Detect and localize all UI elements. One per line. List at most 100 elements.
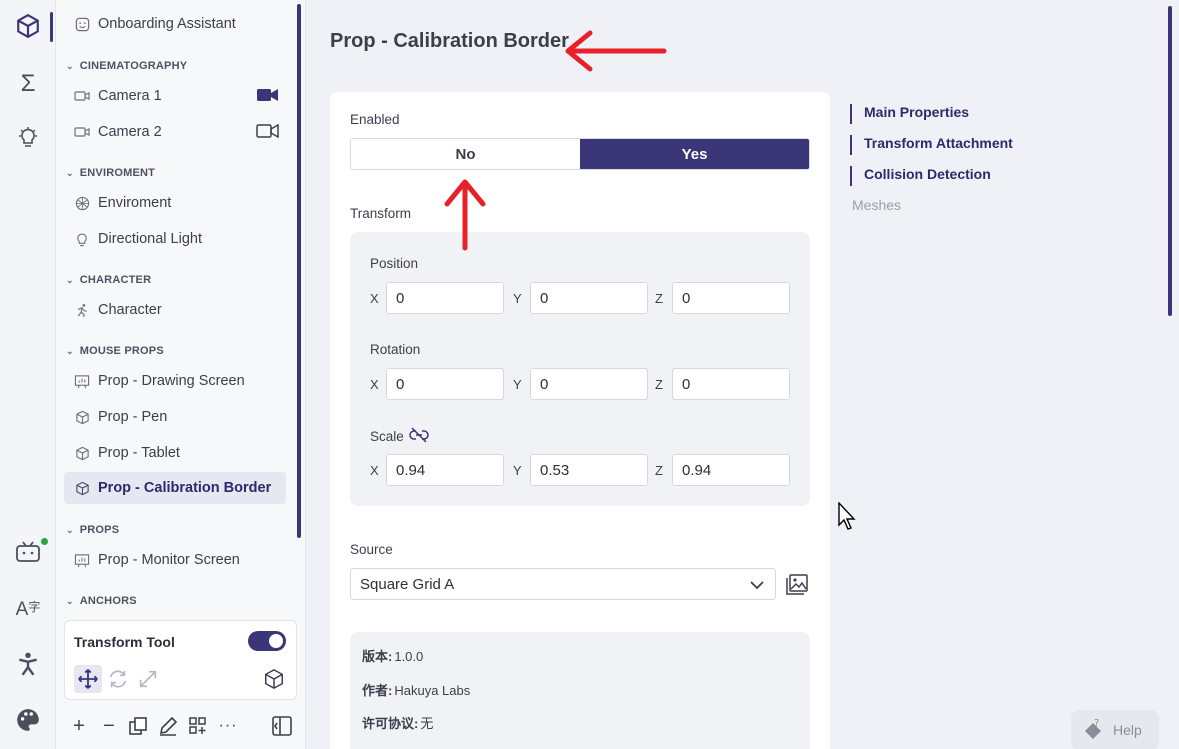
source-select[interactable]: Square Grid A [350, 568, 776, 600]
translate-icon[interactable]: A字 [14, 596, 42, 624]
chevron-down-icon: ⌄ [66, 60, 74, 71]
smile-icon [74, 16, 90, 32]
sidebar-item-camera-1[interactable]: Camera 1 [64, 80, 286, 112]
enabled-segmented-control: No Yes [350, 138, 810, 170]
sigma-icon[interactable]: Σ [14, 70, 42, 98]
globe-icon [74, 195, 90, 211]
inactive-camera-icon[interactable] [256, 123, 280, 143]
scale-z-input[interactable]: 0.94 [672, 454, 790, 486]
move-icon[interactable] [74, 665, 102, 693]
palette-icon[interactable] [14, 706, 42, 734]
scale-y-input[interactable]: 0.53 [530, 454, 648, 486]
sidebar-item-label: Camera 1 [98, 88, 162, 104]
main-scrollbar[interactable] [1168, 6, 1172, 316]
group-cinematography[interactable]: ⌄ CINEMATOGRAPHY [66, 60, 187, 72]
more-icon[interactable]: ··· [216, 714, 240, 738]
position-y-input[interactable]: 0 [530, 282, 648, 314]
chevron-down-icon: ⌄ [66, 595, 74, 606]
sidebar-item-camera-2[interactable]: Camera 2 [64, 116, 286, 148]
edit-icon[interactable] [156, 714, 180, 738]
bilibili-icon[interactable] [14, 538, 42, 566]
properties-card: Enabled No Yes Transform Position X 0 Y … [330, 92, 830, 749]
cube-outline-icon[interactable] [260, 665, 288, 693]
sidebar-item-directional-light[interactable]: Directional Light [64, 223, 286, 255]
toc-main-properties[interactable]: Main Properties [850, 104, 1050, 124]
axis-label: X [370, 291, 379, 306]
scale-x-input[interactable]: 0.94 [386, 454, 504, 486]
group-props[interactable]: ⌄ PROPS [66, 524, 119, 536]
rotation-z-input[interactable]: 0 [672, 368, 790, 400]
sidebar-item-pen[interactable]: Prop - Pen [64, 401, 286, 433]
lightbulb-icon[interactable] [14, 124, 42, 152]
license-value: 无 [420, 716, 434, 731]
group-label: MOUSE PROPS [79, 345, 164, 357]
source-value: Square Grid A [360, 575, 455, 593]
collapse-panel-icon[interactable] [270, 714, 294, 738]
version-row: 版本: 1.0.0 [362, 646, 423, 665]
sidebar-item-drawing-screen[interactable]: Prop - Drawing Screen [64, 365, 286, 397]
help-button[interactable]: ? Help [1071, 710, 1159, 749]
add-widget-icon[interactable] [186, 714, 210, 738]
person-icon[interactable] [14, 650, 42, 678]
sidebar-item-label: Onboarding Assistant [98, 16, 236, 32]
transform-tool-toggle[interactable] [248, 631, 286, 651]
axis-label: Z [655, 463, 663, 478]
sidebar-item-label: Prop - Tablet [98, 445, 180, 461]
box-icon [74, 445, 90, 461]
sidebar-bottom-toolbar: + − ··· [64, 710, 297, 742]
active-camera-icon[interactable] [256, 87, 280, 107]
rotation-x-input[interactable]: 0 [386, 368, 504, 400]
sidebar-item-onboarding-assistant[interactable]: Onboarding Assistant [64, 8, 286, 40]
cube-icon[interactable] [14, 12, 42, 40]
axis-label: Z [655, 377, 663, 392]
sidebar-item-tablet[interactable]: Prop - Tablet [64, 437, 286, 469]
group-character[interactable]: ⌄ CHARACTER [66, 274, 151, 286]
box-icon [74, 409, 90, 425]
sidebar-item-monitor-screen[interactable]: Prop - Monitor Screen [64, 544, 286, 576]
author-value: Hakuya Labs [394, 683, 471, 698]
scale-row-label: Scale [370, 427, 429, 446]
monitor-chart-icon [74, 373, 90, 389]
license-label: 许可协议: [362, 716, 419, 731]
help-icon: ? [1083, 717, 1105, 744]
help-label: Help [1113, 722, 1142, 738]
rotation-label: Rotation [370, 342, 421, 357]
sidebar-item-calibration-border[interactable]: Prop - Calibration Border [64, 472, 286, 504]
group-label: ENVIROMENT [79, 167, 156, 179]
scale-icon[interactable] [134, 665, 162, 693]
toc-meshes[interactable]: Meshes [850, 197, 1050, 217]
enabled-label: Enabled [350, 112, 400, 127]
transform-label: Transform [350, 206, 412, 221]
remove-icon[interactable]: − [97, 714, 121, 738]
position-z-input[interactable]: 0 [672, 282, 790, 314]
toc-transform-attachment[interactable]: Transform Attachment [850, 135, 1050, 155]
toc-collision-detection[interactable]: Collision Detection [850, 166, 1050, 186]
sidebar-scrollbar[interactable] [297, 4, 301, 538]
axis-label: Y [513, 463, 522, 478]
enabled-no-button[interactable]: No [351, 139, 580, 169]
transform-tool-panel: Transform Tool [64, 620, 297, 700]
axis-label: X [370, 377, 379, 392]
author-row: 作者: Hakuya Labs [362, 680, 470, 699]
image-picker-icon[interactable] [784, 570, 810, 598]
lightbulb-icon [74, 231, 90, 247]
add-icon[interactable]: + [67, 714, 91, 738]
unlink-icon[interactable] [409, 427, 429, 446]
rotation-y-input[interactable]: 0 [530, 368, 648, 400]
group-mouse-props[interactable]: ⌄ MOUSE PROPS [66, 345, 164, 357]
enabled-yes-button[interactable]: Yes [580, 139, 809, 169]
sidebar-item-label: Camera 2 [98, 124, 162, 140]
mouse-cursor-icon [838, 502, 856, 530]
rotate-icon[interactable] [104, 665, 132, 693]
group-environment[interactable]: ⌄ ENVIROMENT [66, 167, 155, 179]
main-panel: Prop - Calibration Border Enabled No Yes… [306, 0, 1179, 749]
group-label: CHARACTER [79, 274, 152, 286]
svg-text:?: ? [1094, 718, 1099, 729]
group-anchors[interactable]: ⌄ ANCHORS [66, 595, 137, 607]
sidebar-item-character[interactable]: Character [64, 294, 286, 326]
position-x-input[interactable]: 0 [386, 282, 504, 314]
notification-dot [41, 538, 48, 545]
sidebar-item-environment[interactable]: Enviroment [64, 187, 286, 219]
video-camera-icon [74, 124, 90, 140]
duplicate-icon[interactable] [126, 714, 150, 738]
